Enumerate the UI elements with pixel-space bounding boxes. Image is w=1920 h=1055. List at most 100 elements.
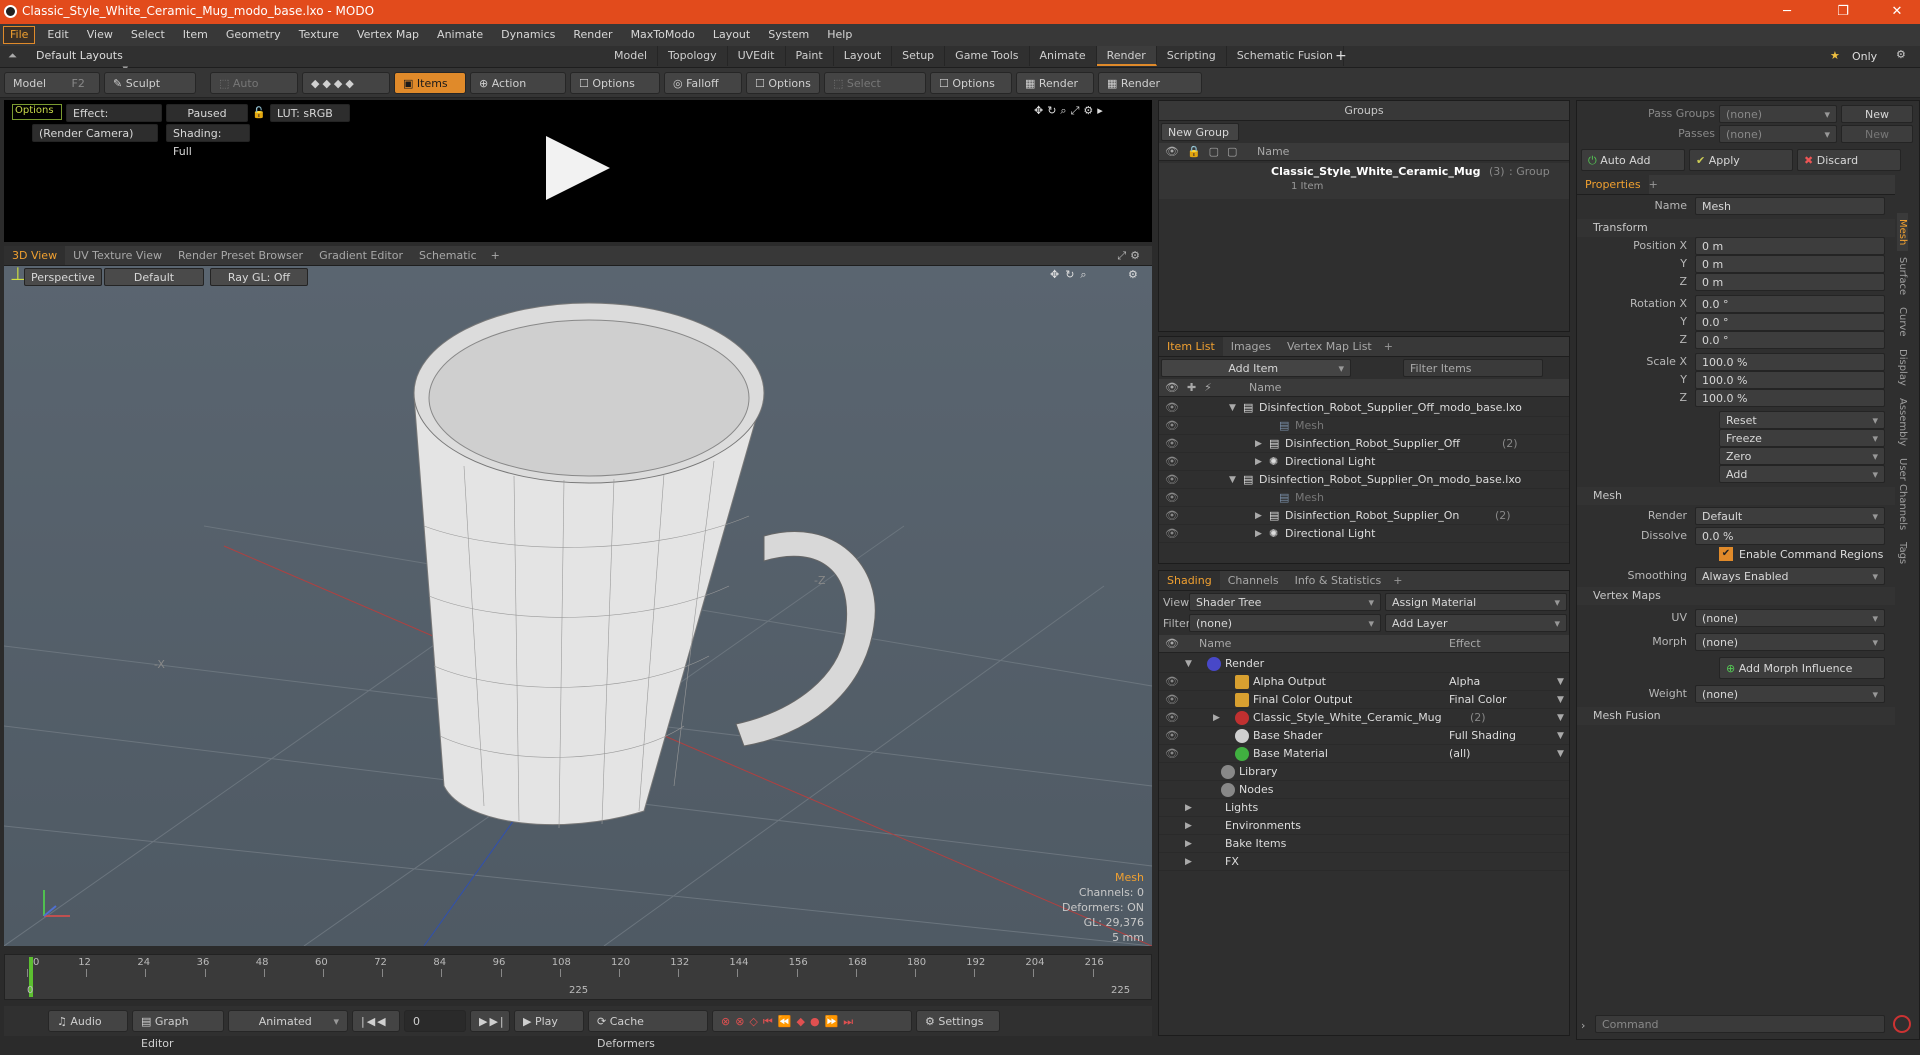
layout-tab-setup[interactable]: Setup	[892, 46, 946, 66]
shading-dropdown[interactable]: Shading: Full	[166, 124, 250, 158]
visibility-eye-icon[interactable]: 👁	[1165, 435, 1179, 453]
transform-section[interactable]: Transform	[1577, 219, 1895, 237]
group-row[interactable]: Classic_Style_White_Ceramic_Mug (3) : Gr…	[1159, 163, 1569, 199]
sculpt-button[interactable]: ✎ Sculpt	[104, 71, 196, 94]
visibility-eye-icon[interactable]: 👁	[1165, 489, 1179, 507]
list-item[interactable]: 👁 ▼ ▤ Disinfection_Robot_Supplier_Off_modo_…	[1159, 399, 1569, 417]
expand-right-icon[interactable]: ▶	[1185, 853, 1192, 871]
shader-tree-row[interactable]: 👁 ▶ Classic_Style_White_Ceramic_Mug (2) ▼	[1159, 709, 1569, 727]
mesh-fusion-section[interactable]: Mesh Fusion	[1577, 707, 1895, 725]
rotation-z-field[interactable]: 0.0 °	[1695, 331, 1885, 349]
expand-right-icon[interactable]: ▶	[1255, 507, 1262, 525]
expand-down-icon[interactable]: ▼	[1229, 471, 1236, 489]
shader-tree-row[interactable]: Nodes	[1159, 781, 1569, 799]
layout-tab-paint[interactable]: Paint	[786, 46, 834, 66]
camera-dropdown[interactable]: (Render Camera)	[32, 124, 158, 142]
options-button-2[interactable]: ☐ Options	[746, 71, 820, 94]
play-button[interactable]: ▶ Play	[514, 1010, 584, 1032]
next-key-icons[interactable]: ▶▶|	[470, 1010, 510, 1032]
menu-view[interactable]: View	[78, 24, 122, 46]
freeze-field[interactable]: Freeze	[1719, 429, 1885, 447]
menu-file[interactable]: File	[3, 26, 36, 44]
vertex-maps-section[interactable]: Vertex Maps	[1577, 587, 1895, 605]
item-list-tab-images[interactable]: Images	[1223, 337, 1279, 356]
visibility-eye-icon[interactable]: 👁	[1165, 471, 1179, 489]
settings-button[interactable]: ⚙ Settings	[916, 1010, 1000, 1032]
preview-tools-icons[interactable]: ✥↻⌕⤢⚙▸	[1034, 104, 1107, 118]
shader-tree-row[interactable]: 👁 Base Material (all) ▼	[1159, 745, 1569, 763]
expand-down-icon[interactable]: ▼	[1185, 655, 1192, 673]
graph-editor-button[interactable]: ▤ Graph Editor	[132, 1010, 224, 1050]
effect-dropdown-icon[interactable]: ▼	[1557, 745, 1564, 763]
options-button-3[interactable]: ☐ Options	[930, 71, 1012, 94]
frame-input[interactable]: 0	[404, 1010, 466, 1032]
timeline[interactable]: 0 12 24 36 48 60 72 84 96 108 120 132 144 156 168 180 19…	[4, 954, 1152, 1000]
play-preview-icon[interactable]	[544, 134, 612, 202]
scale-y-field[interactable]: 100.0 %	[1695, 371, 1885, 389]
menu-animate[interactable]: Animate	[428, 24, 492, 46]
new-group-button[interactable]: New Group	[1161, 123, 1239, 141]
menu-maxtomodo[interactable]: MaxToModo	[622, 24, 704, 46]
menu-vertex-map[interactable]: Vertex Map	[348, 24, 428, 46]
add-tab-icon[interactable]: +	[1335, 48, 1347, 64]
vtab-tags[interactable]: Tags	[1897, 536, 1908, 570]
visibility-eye-icon[interactable]: 👁	[1165, 691, 1179, 709]
cache-deformers-button[interactable]: ⟳ Cache Deformers	[588, 1010, 708, 1050]
visibility-eye-icon[interactable]: 👁	[1165, 507, 1179, 525]
vtab-surface[interactable]: Surface	[1897, 251, 1908, 301]
mesh-section[interactable]: Mesh	[1577, 487, 1895, 505]
paused-button[interactable]: Paused	[166, 104, 248, 122]
model-button[interactable]: Model F2	[4, 71, 100, 94]
viewport-tab-schematic[interactable]: Schematic	[411, 246, 485, 265]
rotation-x-field[interactable]: 0.0 °	[1695, 295, 1885, 313]
mesh-render-field[interactable]: Default	[1695, 507, 1885, 525]
assign-material-dropdown[interactable]: Assign Material	[1385, 593, 1567, 611]
lock-icon[interactable]: 🔓	[252, 106, 266, 119]
options-button-1[interactable]: ☐ Options	[570, 71, 660, 94]
render-window-button[interactable]: ▦ Render Window	[1098, 71, 1202, 112]
shader-tree-row[interactable]: ▶ Bake Items	[1159, 835, 1569, 853]
weight-field[interactable]: (none)	[1695, 685, 1885, 703]
shader-tree-row[interactable]: 👁 Base Shader Full Shading ▼	[1159, 727, 1569, 745]
animated-dropdown[interactable]: Animated	[228, 1010, 348, 1032]
item-list-tab-item-list[interactable]: Item List	[1159, 337, 1223, 356]
apply-button[interactable]: ✔ Apply	[1689, 149, 1793, 171]
add-viewport-tab-icon[interactable]: +	[491, 249, 500, 262]
discard-button[interactable]: ✖ Discard	[1797, 149, 1901, 171]
list-item[interactable]: 👁 ▤ Mesh	[1159, 417, 1569, 435]
vtab-user-channels[interactable]: User Channels	[1897, 452, 1908, 536]
effect-dropdown[interactable]: Effect: (Shadi...	[66, 104, 162, 138]
layout-tab-schematic-fusion[interactable]: Schematic Fusion	[1227, 46, 1345, 66]
vtab-display[interactable]: Display	[1897, 343, 1908, 392]
default-dropdown[interactable]: Default	[104, 268, 204, 286]
add-item-button[interactable]: Add Item	[1161, 359, 1351, 377]
menu-dynamics[interactable]: Dynamics	[492, 24, 564, 46]
menu-help[interactable]: Help	[818, 24, 861, 46]
layout-tab-game-tools[interactable]: Game Tools	[945, 46, 1030, 66]
add-field[interactable]: Add	[1719, 465, 1885, 483]
morph-field[interactable]: (none)	[1695, 633, 1885, 651]
perspective-dropdown[interactable]: Perspective	[24, 268, 102, 286]
layout-tab-model[interactable]: Model	[604, 46, 659, 66]
expand-right-icon[interactable]: ▶	[1185, 817, 1192, 835]
expand-right-icon[interactable]: ▶	[1185, 835, 1192, 853]
shader-tree-row[interactable]: Library	[1159, 763, 1569, 781]
viewport-tab-3d-view[interactable]: 3D View	[4, 246, 66, 265]
vtab-assembly[interactable]: Assembly	[1897, 392, 1908, 452]
add-shading-tab-icon[interactable]: +	[1393, 574, 1402, 587]
list-item[interactable]: 👁 ▼ ▤ Disinfection_Robot_Supplier_On_modo_b…	[1159, 471, 1569, 489]
shading-tab-shading[interactable]: Shading	[1159, 571, 1220, 590]
passes-dropdown[interactable]: (none)	[1719, 125, 1837, 143]
enable-regions-checkbox[interactable]: ✔	[1719, 547, 1733, 561]
scale-x-field[interactable]: 100.0 %	[1695, 353, 1885, 371]
collapse-icon[interactable]: ⏶	[8, 49, 17, 63]
raygl-dropdown[interactable]: Ray GL: Off	[210, 268, 308, 286]
visibility-eye-icon[interactable]: 👁	[1165, 399, 1179, 417]
viewport-tab-gradient-editor[interactable]: Gradient Editor	[311, 246, 411, 265]
shading-tab-info-statistics[interactable]: Info & Statistics	[1287, 571, 1390, 590]
layout-tab-layout[interactable]: Layout	[834, 46, 893, 66]
layout-tab-animate[interactable]: Animate	[1030, 46, 1097, 66]
shader-tree-row[interactable]: 👁 Final Color Output Final Color ▼	[1159, 691, 1569, 709]
menu-layout[interactable]: Layout	[704, 24, 759, 46]
list-item[interactable]: 👁 ▶ ▤ Disinfection_Robot_Supplier_Off (2)	[1159, 435, 1569, 453]
